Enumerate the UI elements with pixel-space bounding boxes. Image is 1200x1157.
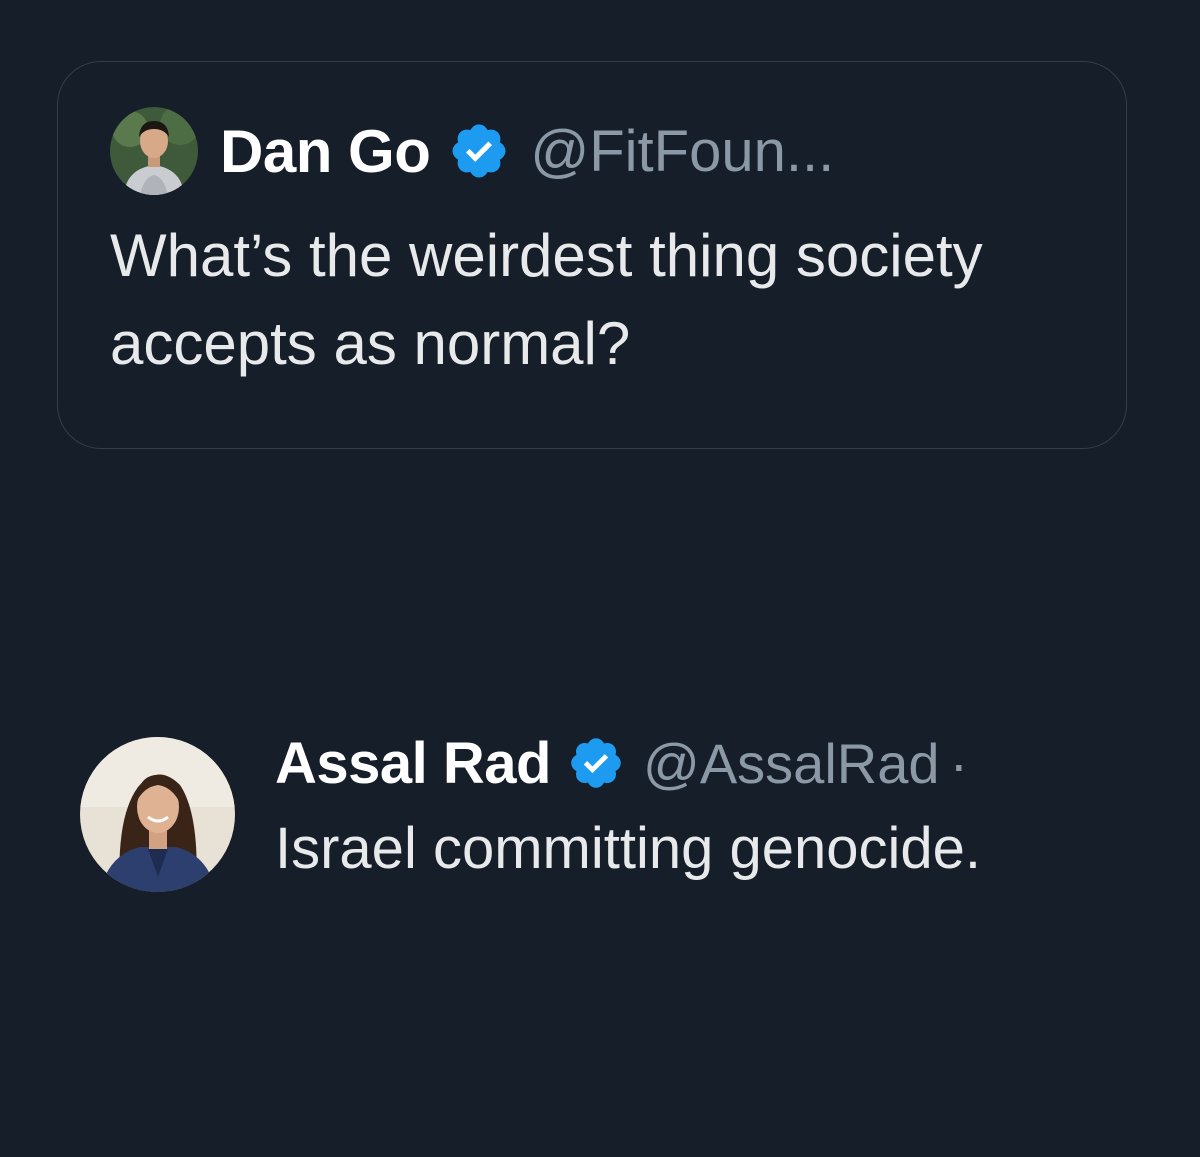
quoted-tweet-text: What’s the weirdest thing society accept…: [110, 222, 983, 377]
verified-badge-icon: [567, 734, 625, 792]
avatar[interactable]: [80, 737, 235, 892]
reply-tweet-header: Assal Rad @AssalRad ·: [275, 727, 968, 799]
author-name[interactable]: Dan Go: [220, 117, 431, 186]
verified-badge-icon: [448, 120, 510, 182]
avatar[interactable]: [110, 107, 198, 195]
author-handle[interactable]: @FitFoun...: [530, 118, 834, 185]
author-name[interactable]: Assal Rad: [275, 730, 551, 797]
author-handle[interactable]: @AssalRad: [643, 731, 940, 796]
reply-tweet-text: Israel committing genocide.: [275, 816, 981, 881]
quoted-tweet-card[interactable]: Dan Go @FitFoun... What’s the weirdest t…: [57, 61, 1127, 449]
quoted-tweet-header: Dan Go @FitFoun...: [110, 106, 834, 196]
separator-dot: ·: [949, 731, 969, 795]
